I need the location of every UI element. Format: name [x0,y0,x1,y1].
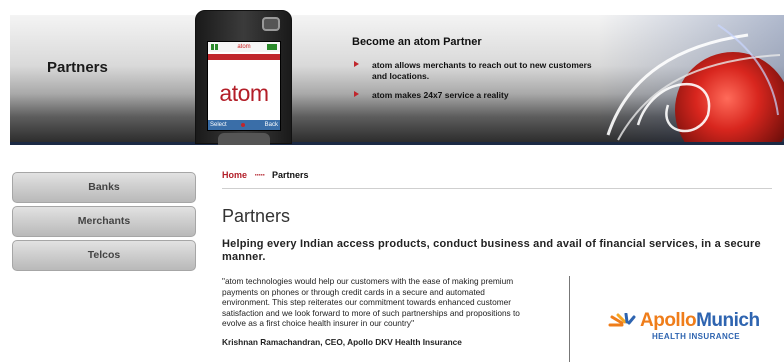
phone-softkeys: Select Back [208,120,280,130]
testimonial: "atom technologies would help our custom… [222,276,562,347]
partner-promo-item: atom allows merchants to reach out to ne… [352,60,592,82]
breadcrumb: Home ····· Partners [222,168,774,188]
phone-status-bar: atom [208,42,280,52]
content-divider [222,188,772,189]
atom-logo: atom [219,80,269,106]
partner-promo-heading: Become an atom Partner [352,36,482,48]
phone-title-bar [208,54,280,60]
apollo-wordmark: ApolloMunich [640,310,760,332]
phone-keypad [218,133,270,145]
banner-divider [10,142,784,145]
header-banner: Partners atom atom Select Back Become an… [0,0,784,145]
testimonial-quote: "atom technologies would help our custom… [222,276,520,329]
phone-screen-title: atom [237,44,251,50]
softkey-left: Select [210,122,227,128]
phone-illustration: atom atom Select Back [195,10,292,145]
partner-promo-item-text: atom allows merchants to reach out to ne… [372,60,592,81]
partner-promo: Become an atom Partner atom allows merch… [352,36,592,109]
testimonial-author: Krishnan Ramachandran, CEO, Apollo DKV H… [222,336,462,347]
battery-icon [267,44,277,50]
breadcrumb-home-link[interactable]: Home [222,170,247,180]
red-arrow-icon [354,61,359,67]
page-title: Partners [222,206,291,226]
apollo-sun-icon [608,313,636,327]
apollo-wordmark-part1: Apollo [640,310,697,331]
red-arrow-icon [354,91,359,97]
signal-icon [211,44,221,50]
apollo-subtitle: HEALTH INSURANCE [652,332,741,341]
apollo-wordmark-part2: Munich [696,310,760,331]
softkey-center-dot [241,123,245,127]
banner-title: Partners [47,59,108,76]
apollo-munich-logo: ApolloMunich HEALTH INSURANCE [608,310,778,344]
sidebar-nav: Banks Merchants Telcos [12,172,196,274]
swirl-graphic [598,15,784,142]
main-content: Home ····· Partners Partners Helping eve… [222,168,774,362]
partner-promo-item-text: atom makes 24x7 service a reality [372,90,509,100]
page-tagline: Helping every Indian access products, co… [222,238,761,263]
sidebar-item-merchants[interactable]: Merchants [12,206,196,237]
sidebar-item-banks[interactable]: Banks [12,172,196,203]
sidebar-item-telcos[interactable]: Telcos [12,240,196,271]
phone-speaker [226,25,262,30]
vertical-divider [569,276,570,362]
phone-camera-icon [262,17,280,31]
phone-screen: atom atom Select Back [207,41,281,131]
softkey-right: Back [264,122,278,128]
breadcrumb-separator: ····· [254,170,266,180]
breadcrumb-current: Partners [272,170,309,180]
partner-promo-item: atom makes 24x7 service a reality [352,90,592,101]
